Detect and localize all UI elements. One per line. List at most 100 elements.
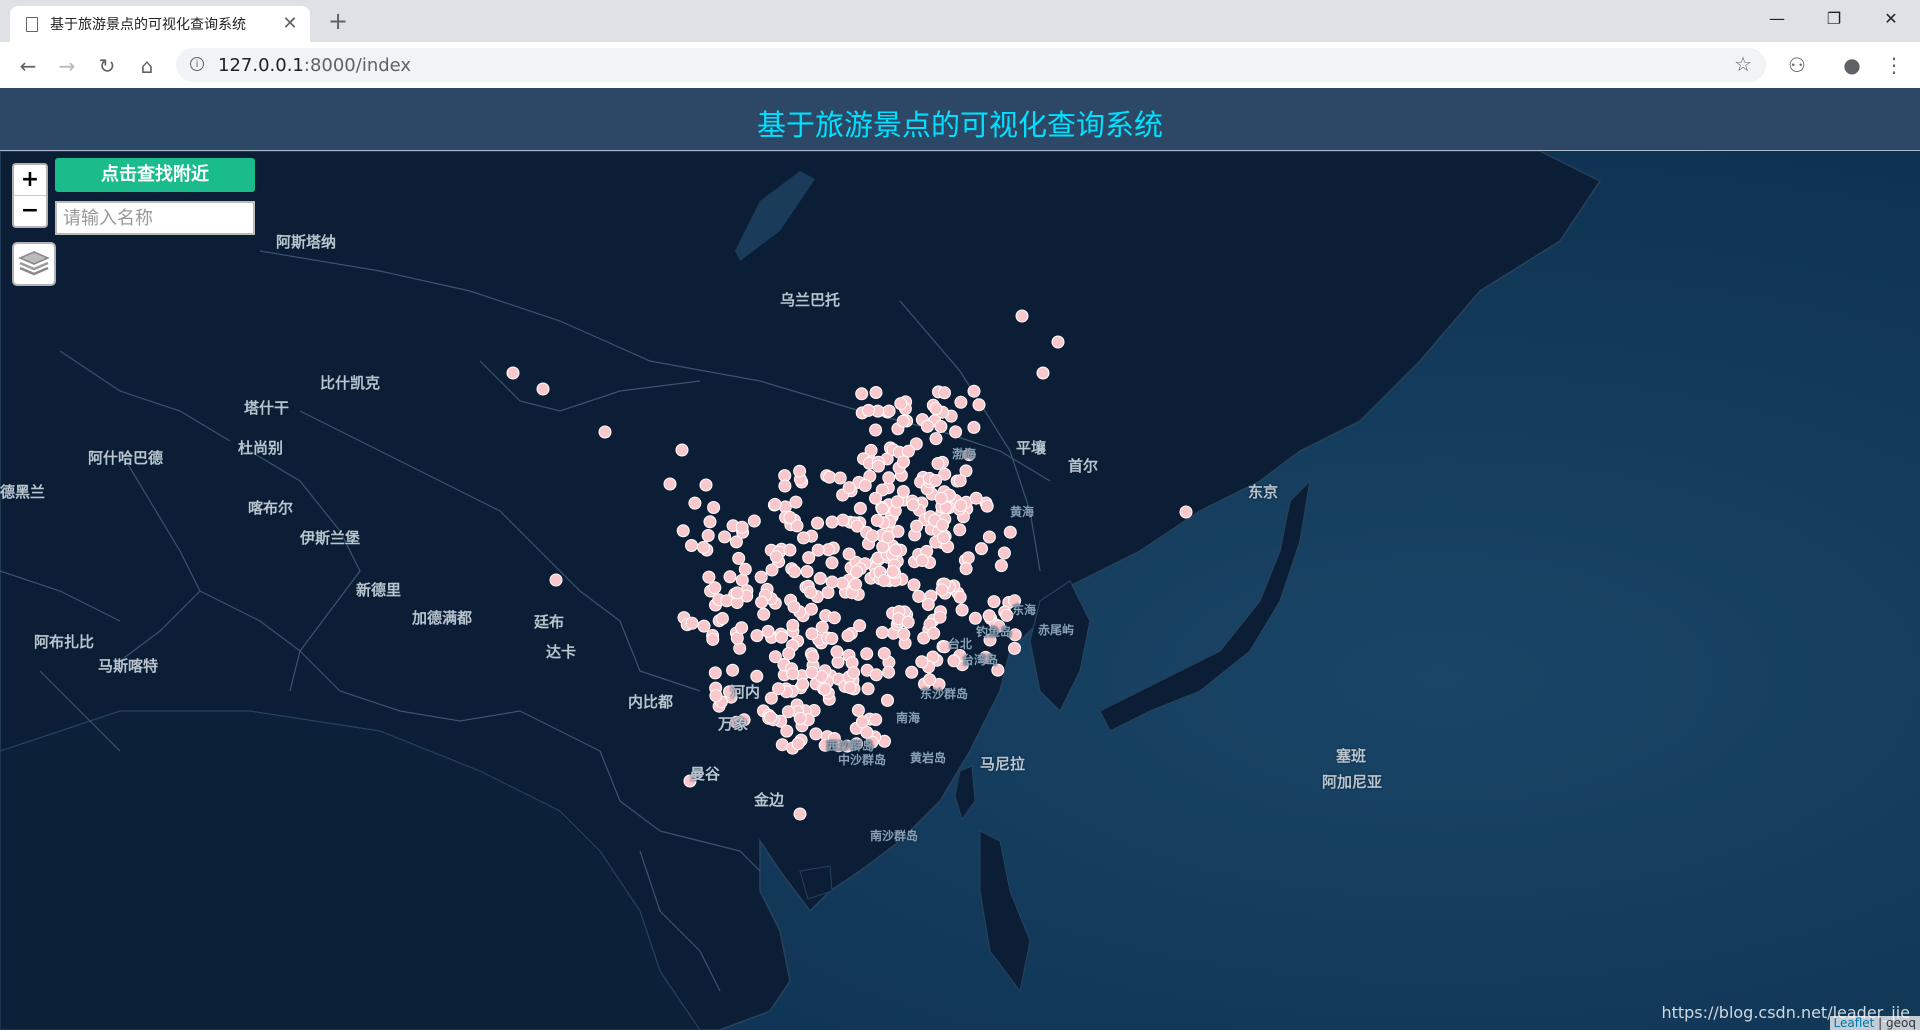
tourist-spot-marker[interactable] xyxy=(782,647,796,660)
extension-icon[interactable]: ⚇ xyxy=(1783,51,1811,79)
tourist-spot-marker[interactable] xyxy=(750,629,764,643)
tourist-spot-marker[interactable] xyxy=(754,570,768,584)
tourist-spot-marker[interactable] xyxy=(730,586,744,600)
tourist-spot-marker[interactable] xyxy=(709,689,723,703)
tourist-spot-marker[interactable] xyxy=(890,495,904,509)
tourist-spot-marker[interactable] xyxy=(931,457,945,470)
tourist-spot-marker[interactable] xyxy=(953,523,967,537)
tourist-spot-marker[interactable] xyxy=(708,666,722,680)
tourist-spot-marker[interactable] xyxy=(920,419,934,433)
tourist-spot-marker[interactable] xyxy=(685,616,699,630)
tourist-spot-marker[interactable] xyxy=(869,386,883,399)
tourist-spot-marker[interactable] xyxy=(735,520,749,534)
tourist-spot-marker[interactable] xyxy=(764,710,778,724)
tourist-spot-marker[interactable] xyxy=(793,464,807,478)
tourist-spot-marker[interactable] xyxy=(1008,641,1021,655)
tourist-spot-marker[interactable] xyxy=(1051,335,1065,349)
tourist-spot-marker[interactable] xyxy=(707,501,721,514)
minimize-window-button[interactable]: — xyxy=(1762,6,1792,32)
tourist-spot-marker[interactable] xyxy=(972,398,986,412)
tourist-spot-marker[interactable] xyxy=(685,539,698,552)
tourist-spot-marker[interactable] xyxy=(906,498,920,512)
find-nearby-button[interactable]: 点击查找附近 xyxy=(55,158,255,192)
tourist-spot-marker[interactable] xyxy=(775,630,789,644)
tourist-spot-marker[interactable] xyxy=(536,382,550,396)
tourist-spot-marker[interactable] xyxy=(850,565,864,579)
tourist-spot-marker[interactable] xyxy=(894,397,908,411)
tourist-spot-marker[interactable] xyxy=(915,655,929,669)
tourist-spot-marker[interactable] xyxy=(954,499,968,512)
tourist-spot-marker[interactable] xyxy=(791,737,805,751)
tourist-spot-marker[interactable] xyxy=(708,581,722,595)
tourist-spot-marker[interactable] xyxy=(804,602,818,616)
tourist-spot-marker[interactable] xyxy=(805,627,819,641)
map-container[interactable]: + − 点击查找附近 阿斯塔纳 乌兰巴托 比什凯克 塔什干 杜尚别 阿什哈巴德 … xyxy=(0,151,1920,1030)
tourist-spot-marker[interactable] xyxy=(732,551,746,565)
tourist-spot-marker[interactable] xyxy=(804,585,818,599)
tourist-spot-marker[interactable] xyxy=(765,563,779,577)
tourist-spot-marker[interactable] xyxy=(901,444,915,458)
tourist-spot-marker[interactable] xyxy=(706,632,720,646)
tourist-spot-marker[interactable] xyxy=(702,570,716,584)
tourist-spot-marker[interactable] xyxy=(818,682,832,696)
tourist-spot-marker[interactable] xyxy=(842,547,856,561)
tourist-spot-marker[interactable] xyxy=(735,621,749,635)
tourist-spot-marker[interactable] xyxy=(764,691,778,705)
tourist-spot-marker[interactable] xyxy=(935,583,949,597)
tourist-spot-marker[interactable] xyxy=(811,516,824,530)
tourist-spot-marker[interactable] xyxy=(825,575,839,589)
tourist-spot-marker[interactable] xyxy=(877,647,891,660)
tourist-spot-marker[interactable] xyxy=(823,470,836,484)
tourist-spot-marker[interactable] xyxy=(757,607,771,621)
tourist-spot-marker[interactable] xyxy=(1036,366,1050,380)
leaflet-link[interactable]: Leaflet xyxy=(1834,1016,1875,1030)
info-icon[interactable]: i xyxy=(190,57,204,71)
tourist-spot-marker[interactable] xyxy=(905,665,919,679)
tourist-spot-marker[interactable] xyxy=(869,713,883,727)
tourist-spot-marker[interactable] xyxy=(787,600,801,614)
tourist-spot-marker[interactable] xyxy=(897,455,910,469)
tourist-spot-marker[interactable] xyxy=(910,519,924,533)
tourist-spot-marker[interactable] xyxy=(786,667,800,681)
tourist-spot-marker[interactable] xyxy=(875,502,889,516)
tourist-spot-marker[interactable] xyxy=(1000,608,1014,622)
account-icon[interactable]: ● xyxy=(1838,51,1866,79)
tourist-spot-marker[interactable] xyxy=(813,571,827,585)
tourist-spot-marker[interactable] xyxy=(851,703,865,717)
tourist-spot-marker[interactable] xyxy=(781,705,795,719)
tourist-spot-marker[interactable] xyxy=(825,556,839,570)
tourist-spot-marker[interactable] xyxy=(797,531,810,545)
tourist-spot-marker[interactable] xyxy=(933,610,947,624)
tourist-spot-marker[interactable] xyxy=(934,420,948,433)
tourist-spot-marker[interactable] xyxy=(755,595,769,609)
tourist-spot-marker[interactable] xyxy=(897,627,911,641)
tourist-spot-marker[interactable] xyxy=(889,543,903,557)
tourist-spot-marker[interactable] xyxy=(882,471,896,485)
tourist-spot-marker[interactable] xyxy=(841,629,855,643)
tourist-spot-marker[interactable] xyxy=(789,495,803,509)
tourist-spot-marker[interactable] xyxy=(697,540,710,554)
tourist-spot-marker[interactable] xyxy=(886,565,900,578)
tourist-spot-marker[interactable] xyxy=(506,366,520,380)
tourist-spot-marker[interactable] xyxy=(1003,525,1017,539)
tourist-spot-marker[interactable] xyxy=(811,543,825,557)
menu-icon[interactable]: ⋮ xyxy=(1880,51,1908,79)
tourist-spot-marker[interactable] xyxy=(982,530,996,544)
tourist-spot-marker[interactable] xyxy=(929,402,943,416)
tourist-spot-marker[interactable] xyxy=(788,565,802,579)
forward-arrow-icon[interactable]: → xyxy=(53,52,81,80)
tourist-spot-marker[interactable] xyxy=(929,432,943,446)
tourist-spot-marker[interactable] xyxy=(869,491,882,505)
bookmark-star-icon[interactable]: ☆ xyxy=(1734,52,1752,76)
tourist-spot-marker[interactable] xyxy=(969,491,983,505)
tourist-spot-marker[interactable] xyxy=(800,565,814,578)
tourist-spot-marker[interactable] xyxy=(959,562,973,576)
tourist-spot-marker[interactable] xyxy=(855,387,869,401)
tourist-spot-marker[interactable] xyxy=(853,619,867,633)
tourist-spot-marker[interactable] xyxy=(842,481,856,495)
layers-button[interactable] xyxy=(12,242,56,286)
name-search-input[interactable] xyxy=(55,201,255,235)
tourist-spot-marker[interactable] xyxy=(923,673,937,687)
zoom-out-button[interactable]: − xyxy=(14,195,46,226)
tourist-spot-marker[interactable] xyxy=(853,501,867,515)
